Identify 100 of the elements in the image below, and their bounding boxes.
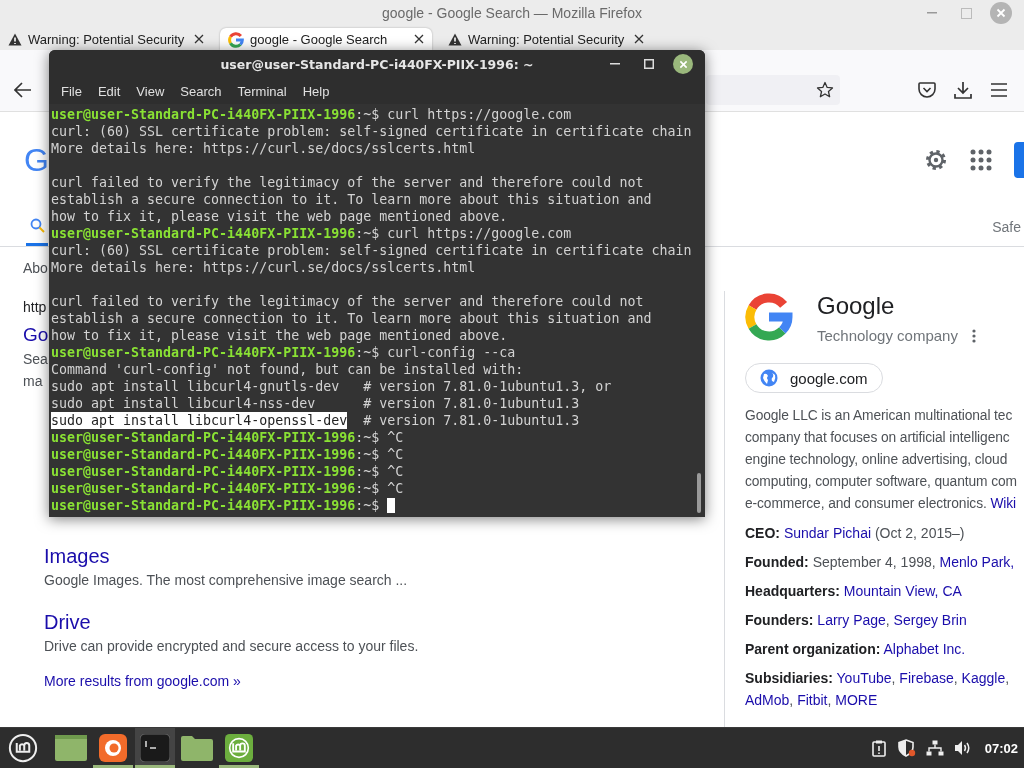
- fact-link[interactable]: Alphabet Inc.: [883, 641, 966, 657]
- fact-row-text: Parent organization: Alphabet Inc.: [745, 640, 966, 659]
- menu-item[interactable]: Edit: [89, 83, 129, 99]
- mint-update-icon: [225, 734, 253, 762]
- minimize-icon: [927, 12, 937, 14]
- fact-link[interactable]: YouTube: [836, 670, 892, 686]
- menu-item[interactable]: File: [53, 83, 90, 99]
- browser-icon: [99, 734, 127, 762]
- mint-menu-icon: [8, 733, 38, 763]
- maximize-icon: [644, 59, 654, 69]
- browser-tab[interactable]: Warning: Potential Security: [440, 28, 652, 50]
- result-title[interactable]: Go: [23, 322, 49, 348]
- safe-search-label: Safe: [992, 219, 1021, 235]
- warning-icon: [448, 32, 462, 46]
- tab-close-icon[interactable]: [634, 34, 644, 44]
- terminal-line: establish a secure connection to it. To learn more about this situation and: [51, 191, 652, 208]
- terminal-line: establish a secure connection to it. To learn more about this situation and: [51, 310, 652, 327]
- terminal-icon: [140, 734, 170, 762]
- terminal-line: user@user-Standard-PC-i440FX-PIIX-1996:~$ ^C: [51, 480, 404, 497]
- menu-item[interactable]: Terminal: [229, 83, 295, 99]
- terminal-line: sudo apt install libcurl4-gnutls-dev # version 7.81.0-1ubuntu1.3, or: [51, 378, 612, 395]
- desktop-icon: [55, 735, 87, 761]
- close-button[interactable]: [673, 54, 693, 74]
- terminal-line: how to fix it, please visit the web page mentioned above.: [51, 208, 508, 225]
- entity-name: Google: [817, 291, 895, 321]
- network-icon[interactable]: [925, 740, 944, 756]
- entity-type: Technology company: [817, 326, 958, 346]
- terminal-line: curl: (60) SSL certificate problem: self-signed certificate in certificate chain: [51, 123, 692, 140]
- settings-icon[interactable]: [924, 148, 948, 172]
- maximize-icon: [960, 7, 972, 19]
- bookmark-star-icon[interactable]: [816, 81, 834, 99]
- fact-row-text: CEO: Sundar Pichai (Oct 2, 2015–): [745, 524, 965, 543]
- terminal-line: curl failed to verify the legitimacy of the server and therefore could not: [51, 174, 644, 191]
- result-snippet: ma: [23, 372, 43, 391]
- fact-row-text: Subsidiaries: YouTube, Firebase, Kaggle, AdMob, Fitbit, MORE: [745, 669, 1010, 710]
- close-icon: [996, 8, 1006, 18]
- terminal-title: user@user-Standard-PC-i440FX-PIIX-1996: ~: [220, 56, 534, 72]
- description: Google LLC is an American multinational tec company that focuses on artificial intelligenc engine technology, online advertising, cloud computing, computer software, quantum com e-commerce, and consumer electronics. Wiki: [745, 407, 1017, 513]
- shield-icon[interactable]: [897, 739, 916, 757]
- pocket-icon: [918, 81, 936, 99]
- terminal-line: user@user-Standard-PC-i440FX-PIIX-1996:~$ ^C: [51, 429, 404, 446]
- fact-link[interactable]: Sundar Pichai: [783, 525, 872, 541]
- terminal-line: user@user-Standard-PC-i440FX-PIIX-1996:~$ curl https://google.com: [51, 225, 572, 242]
- more-results-link[interactable]: More results from google.com »: [44, 670, 241, 692]
- download-icon: [954, 81, 972, 99]
- fact-link[interactable]: Menlo Park,: [939, 554, 1015, 570]
- terminal-line: # version 7.81.0-1ubuntu1.3: [362, 412, 580, 429]
- result-snippet: Google Images. The most comprehensive image search ...: [44, 571, 408, 590]
- fact-link[interactable]: Firebase: [899, 670, 954, 686]
- fact-link[interactable]: Mountain View, CA: [843, 583, 962, 599]
- result-url: http: [23, 298, 47, 317]
- result-title[interactable]: Drive: [44, 609, 91, 635]
- volume-icon[interactable]: [953, 740, 972, 756]
- more-options-icon[interactable]: [971, 329, 976, 343]
- result-snippet: Abo: [23, 259, 48, 278]
- g-logo-icon: [228, 32, 244, 48]
- website-chip[interactable]: google.com: [745, 363, 883, 393]
- fact-link[interactable]: Larry Page: [817, 612, 886, 628]
- search-icon: [29, 218, 45, 233]
- taskbar-button[interactable]: [135, 728, 175, 768]
- terminal-line: More details here: https://curl.se/docs/sslcerts.html: [51, 259, 476, 276]
- result-title[interactable]: Images: [44, 543, 110, 569]
- browser-tab[interactable]: google - Google Search: [220, 28, 432, 50]
- menu-item[interactable]: Search: [172, 83, 230, 99]
- browser-tab[interactable]: Warning: Potential Security: [0, 28, 212, 50]
- result-snippet: Sea: [23, 350, 48, 369]
- back-arrow-icon: [14, 82, 32, 98]
- terminal-line: user@user-Standard-PC-i440FX-PIIX-1996:~$ ^C: [51, 463, 404, 480]
- address-field[interactable]: [706, 75, 840, 105]
- tab-close-icon[interactable]: [414, 34, 424, 44]
- menu-item[interactable]: View: [128, 83, 173, 99]
- globe-icon: [760, 369, 778, 387]
- scrollbar-thumb[interactable]: [697, 473, 701, 513]
- minimize-icon: [610, 63, 620, 65]
- menu-item[interactable]: Help: [294, 83, 338, 99]
- terminal-line: user@user-Standard-PC-i440FX-PIIX-1996:~$ curl-config --ca: [51, 344, 516, 361]
- window-title: google - Google Search — Mozilla Firefox: [382, 5, 642, 21]
- g-logo-icon: [745, 293, 793, 341]
- fact-row-text: Founders: Larry Page, Sergey Brin: [745, 611, 967, 630]
- terminal-line: how to fix it, please visit the web page mentioned above.: [51, 327, 508, 344]
- clipboard-icon[interactable]: [871, 739, 886, 757]
- fact-link[interactable]: Kaggle: [961, 670, 1006, 686]
- wiki-link[interactable]: Wiki: [990, 496, 1017, 511]
- terminal-line: sudo apt install libcurl4-nss-dev # version 7.81.0-1ubuntu1.3: [51, 395, 580, 412]
- logo-fragment[interactable]: G: [24, 141, 49, 179]
- terminal-line: user@user-Standard-PC-i440FX-PIIX-1996:~$ curl https://google.com: [51, 106, 572, 123]
- clock[interactable]: 07:02: [984, 740, 1018, 756]
- apps-grid-icon[interactable]: [970, 149, 992, 171]
- fact-row-text: Headquarters: Mountain View, CA: [745, 582, 962, 601]
- tab-close-icon[interactable]: [194, 34, 204, 44]
- menu-icon: [991, 83, 1007, 97]
- folder-icon: [181, 735, 213, 761]
- terminal-line: user@user-Standard-PC-i440FX-PIIX-1996:~$: [51, 497, 380, 514]
- fact-link[interactable]: MORE: [835, 692, 878, 708]
- warning-icon: [8, 32, 22, 46]
- result-snippet: Drive can provide encrypted and secure access to your files.: [44, 637, 419, 656]
- terminal-line: Command 'curl-config' not found, but can be installed with:: [51, 361, 524, 378]
- fact-link[interactable]: Sergey Brin: [893, 612, 967, 628]
- selected-text: sudo apt install libcurl4-openssl-dev: [51, 412, 348, 429]
- fact-row-text: Founded: September 4, 1998, Menlo Park,: [745, 553, 1015, 572]
